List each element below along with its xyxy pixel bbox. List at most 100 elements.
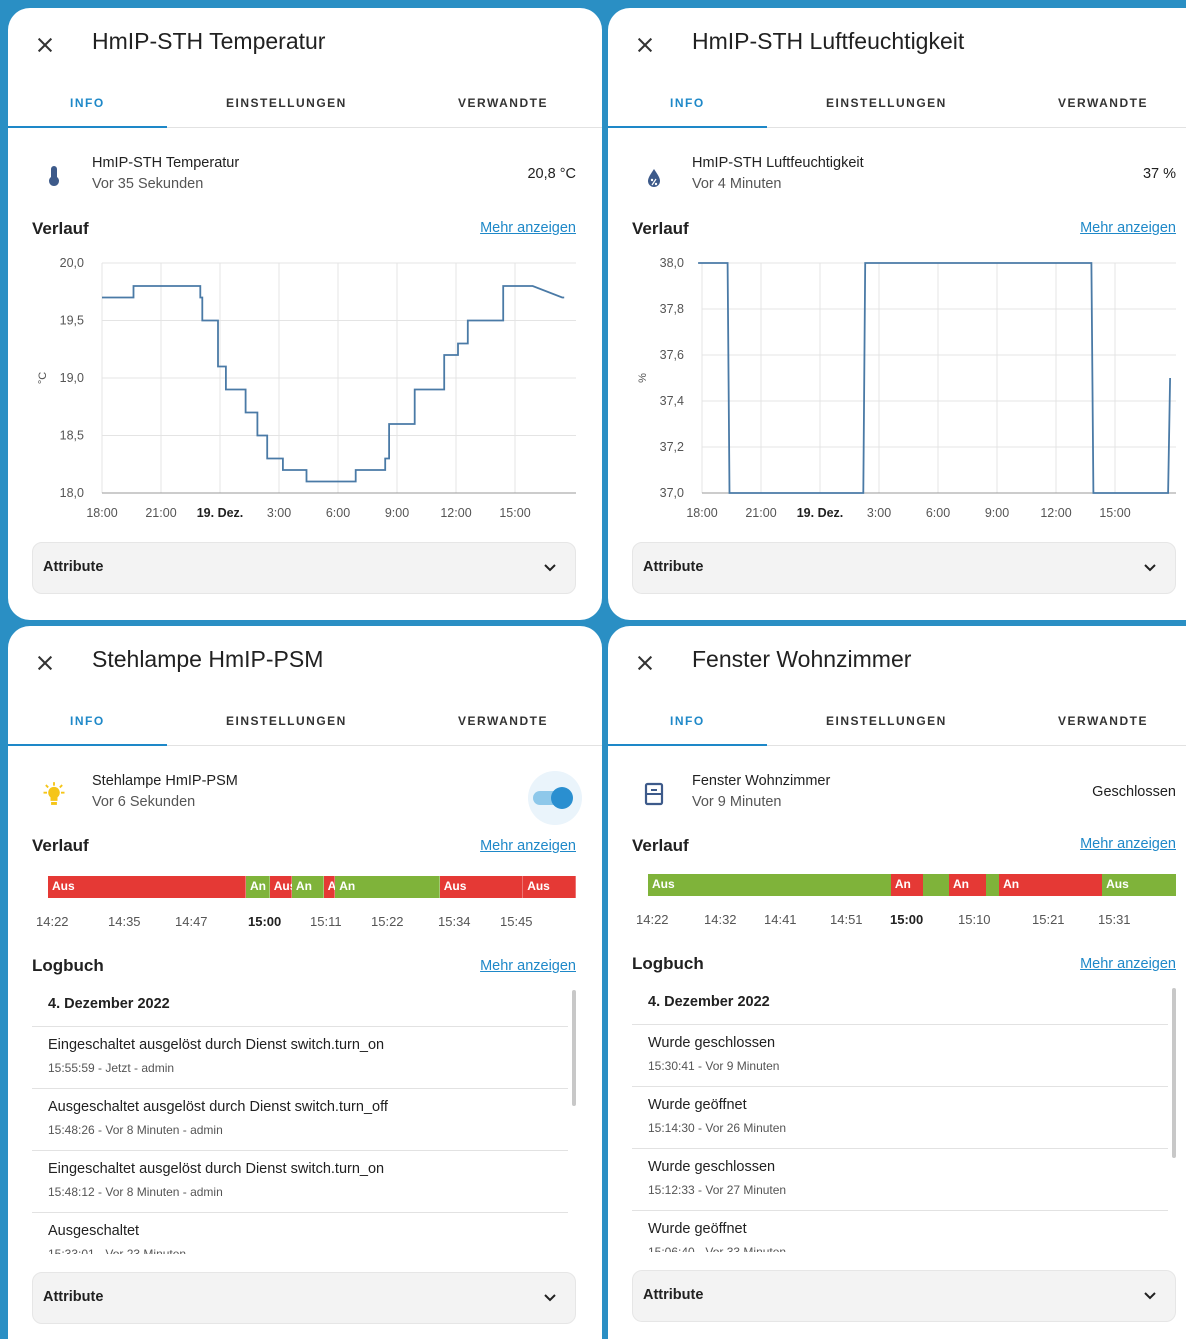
- timeline-segment[interactable]: Aus: [439, 876, 524, 898]
- attributes-expander[interactable]: Attribute: [32, 1272, 576, 1324]
- close-icon[interactable]: [634, 34, 656, 56]
- logbook-more-link[interactable]: Mehr anzeigen: [480, 958, 576, 974]
- x-tick-label: 21:00: [145, 506, 176, 520]
- logbook-date: 4. Dezember 2022: [648, 994, 770, 1010]
- logbook-list[interactable]: 4. Dezember 2022 Wurde geschlossen 15:30:…: [632, 986, 1176, 1252]
- dialog-title: HmIP-STH Temperatur: [92, 28, 326, 54]
- x-tick-label: 18:00: [686, 506, 717, 520]
- tab-related[interactable]: VERWANDTE: [1058, 714, 1148, 728]
- y-tick-label: 18,5: [60, 429, 84, 443]
- timeline-segment[interactable]: An: [890, 874, 923, 896]
- timeline-segment[interactable]: An: [291, 876, 324, 898]
- tab-indicator: [8, 744, 167, 746]
- tab-info[interactable]: INFO: [670, 96, 705, 110]
- timeline-segment[interactable]: [985, 874, 1000, 896]
- timeline-segment[interactable]: Aus: [523, 876, 576, 898]
- segment-label: Aus: [1106, 877, 1129, 891]
- tab-info[interactable]: INFO: [70, 714, 105, 728]
- timeline-segment[interactable]: An: [999, 874, 1103, 896]
- x-tick-label: 6:00: [926, 506, 950, 520]
- history-more-link[interactable]: Mehr anzeigen: [1080, 220, 1176, 236]
- logbook-entry[interactable]: Ausgeschaltet 15:33:01 - Vor 23 Minuten: [32, 1212, 568, 1254]
- timeline-tick-label: 14:22: [636, 912, 669, 927]
- timeline-segment[interactable]: An: [948, 874, 986, 896]
- tab-related[interactable]: VERWANDTE: [458, 96, 548, 110]
- tab-info[interactable]: INFO: [70, 96, 105, 110]
- timeline-segment[interactable]: An: [335, 876, 440, 898]
- tab-indicator: [608, 126, 767, 128]
- tab-info[interactable]: INFO: [670, 714, 705, 728]
- logbook-heading: Logbuch: [32, 956, 104, 975]
- dialog-humidity: HmIP-STH Luftfeuchtigkeit INFO EINSTELLU…: [608, 8, 1186, 620]
- entity-name[interactable]: HmIP-STH Luftfeuchtigkeit: [692, 155, 864, 171]
- close-icon[interactable]: [34, 34, 56, 56]
- logbook-entry[interactable]: Wurde geöffnet 15:06:40 - Vor 33 Minuten: [632, 1210, 1168, 1252]
- timeline-tick-label: 15:00: [890, 912, 924, 927]
- timeline-segment[interactable]: Aus: [648, 874, 891, 896]
- entity-state: 20,8 °C: [527, 166, 576, 182]
- x-tick-label: 12:00: [1040, 506, 1071, 520]
- tab-settings[interactable]: EINSTELLUNGEN: [826, 714, 947, 728]
- tab-settings[interactable]: EINSTELLUNGEN: [226, 714, 347, 728]
- logbook-entry-text: Ausgeschaltet ausgelöst durch Dienst swi…: [48, 1099, 388, 1115]
- timeline-segment[interactable]: Aus: [48, 876, 246, 898]
- entity-last-changed: Vor 9 Minuten: [692, 794, 782, 810]
- entity-name[interactable]: Fenster Wohnzimmer: [692, 773, 830, 789]
- timeline-segment[interactable]: An: [246, 876, 270, 898]
- logbook-entry-meta: 15:30:41 - Vor 9 Minuten: [648, 1059, 780, 1073]
- logbook-entry[interactable]: Eingeschaltet ausgelöst durch Dienst swi…: [32, 1150, 568, 1212]
- y-tick-label: 37,6: [660, 348, 684, 362]
- logbook-more-link[interactable]: Mehr anzeigen: [1080, 956, 1176, 972]
- state-timeline: AusAnAusAnAusAnAusAus: [48, 876, 576, 898]
- history-chart: 38,0 37,8 37,6 37,4 37,2 37,018:00 21:00 19. De…: [637, 256, 1176, 520]
- logbook-list[interactable]: 4. Dezember 2022 Eingeschaltet ausgelöst…: [32, 988, 576, 1254]
- timeline-segment[interactable]: Aus: [269, 876, 296, 898]
- attributes-expander[interactable]: Attribute: [32, 542, 576, 594]
- entity-state: Geschlossen: [1092, 784, 1176, 800]
- x-tick-label: 19. Dez.: [197, 506, 244, 520]
- logbook-entry-meta: 15:55:59 - Jetzt - admin: [48, 1061, 175, 1075]
- segment-label: Aus: [52, 879, 75, 893]
- chevron-down-icon: [1144, 1292, 1156, 1300]
- window-closed-icon: [644, 782, 664, 806]
- dialog-title: Stehlampe HmIP-PSM: [92, 646, 324, 672]
- close-icon[interactable]: [34, 652, 56, 674]
- segment-label: An: [952, 877, 969, 891]
- timeline-tick-label: 14:41: [764, 912, 797, 927]
- logbook-entry[interactable]: Wurde geschlossen 15:12:33 - Vor 27 Minut…: [632, 1148, 1168, 1210]
- tab-related[interactable]: VERWANDTE: [458, 714, 548, 728]
- toggle-knob: [551, 787, 573, 809]
- close-icon[interactable]: [634, 652, 656, 674]
- water-percent-icon: [648, 169, 660, 187]
- power-toggle[interactable]: [528, 771, 582, 825]
- logbook-entry-text: Eingeschaltet ausgelöst durch Dienst swi…: [48, 1161, 385, 1177]
- attributes-expander[interactable]: Attribute: [632, 1270, 1176, 1322]
- tab-settings[interactable]: EINSTELLUNGEN: [826, 96, 947, 110]
- timeline-segment[interactable]: Aus: [1102, 874, 1176, 896]
- timeline-segment[interactable]: [922, 874, 949, 896]
- logbook-entry[interactable]: Wurde geschlossen 15:30:41 - Vor 9 Minute…: [632, 1024, 1168, 1086]
- tab-related[interactable]: VERWANDTE: [1058, 96, 1148, 110]
- entity-state: 37 %: [1142, 166, 1176, 182]
- scrollbar[interactable]: [572, 990, 576, 1106]
- tab-settings[interactable]: EINSTELLUNGEN: [226, 96, 347, 110]
- dialog-temperature: HmIP-STH Temperatur INFO EINSTELLUNGEN V…: [8, 8, 602, 620]
- history-more-link[interactable]: Mehr anzeigen: [1080, 836, 1176, 852]
- logbook-entry[interactable]: Ausgeschaltet ausgelöst durch Dienst swi…: [32, 1088, 568, 1150]
- logbook-entry-meta: 15:12:33 - Vor 27 Minuten: [648, 1183, 787, 1197]
- tab-bar: INFO EINSTELLUNGEN VERWANDTE: [608, 706, 1186, 746]
- logbook-entry-text: Eingeschaltet ausgelöst durch Dienst swi…: [48, 1037, 385, 1053]
- entity-name[interactable]: Stehlampe HmIP-PSM: [92, 773, 238, 789]
- logbook-entry[interactable]: Eingeschaltet ausgelöst durch Dienst swi…: [32, 1026, 568, 1088]
- segment-label: An: [295, 879, 312, 893]
- scrollbar[interactable]: [1172, 988, 1176, 1158]
- attributes-expander[interactable]: Attribute: [632, 542, 1176, 594]
- timeline-segment[interactable]: Aus: [323, 876, 350, 898]
- logbook-entry[interactable]: Wurde geöffnet 15:14:30 - Vor 26 Minuten: [632, 1086, 1168, 1148]
- history-more-link[interactable]: Mehr anzeigen: [480, 220, 576, 236]
- history-more-link[interactable]: Mehr anzeigen: [480, 838, 576, 854]
- timeline-tick-label: 15:11: [310, 914, 342, 929]
- tab-indicator: [8, 126, 167, 128]
- chevron-down-icon: [544, 564, 556, 572]
- entity-name[interactable]: HmIP-STH Temperatur: [92, 155, 239, 171]
